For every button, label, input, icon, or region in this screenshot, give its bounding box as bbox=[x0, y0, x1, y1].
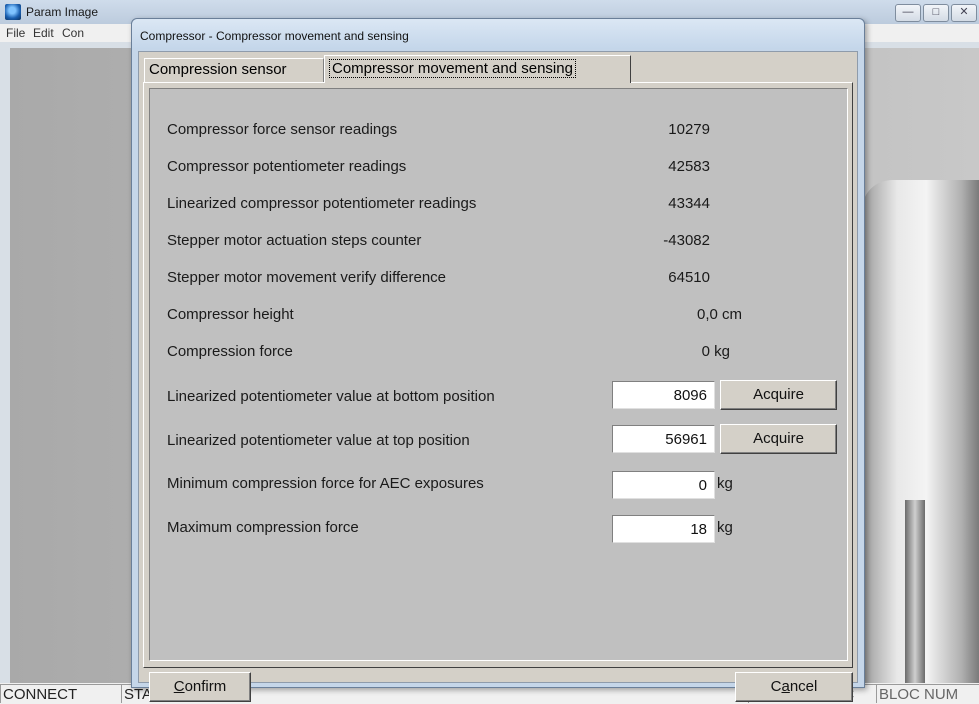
stepper-steps-counter-label: Stepper motor actuation steps counter bbox=[167, 232, 422, 249]
min-aec-force-input[interactable] bbox=[612, 471, 715, 499]
tab-panel: Compressor force sensor readings 10279 C… bbox=[143, 82, 853, 668]
bottom-position-input[interactable] bbox=[612, 381, 715, 409]
cancel-label-rest: ncel bbox=[789, 678, 818, 695]
tab-label: Compressor movement and sensing bbox=[329, 59, 576, 78]
minimize-icon[interactable]: — bbox=[895, 4, 921, 22]
background-equipment-stand bbox=[905, 500, 925, 700]
compressor-height-value: 0,0 cm bbox=[696, 306, 742, 323]
confirm-button[interactable]: Confirm bbox=[149, 672, 251, 702]
app-globe-icon bbox=[5, 4, 21, 20]
cancel-label-start: C bbox=[770, 678, 782, 695]
linearized-potentiometer-readings-label: Linearized compressor potentiometer read… bbox=[167, 195, 477, 212]
menu-file[interactable]: File bbox=[6, 26, 25, 40]
force-sensor-readings-label: Compressor force sensor readings bbox=[167, 121, 398, 138]
stepper-steps-counter-value: -43082 bbox=[663, 232, 710, 249]
maximize-icon[interactable]: □ bbox=[923, 4, 949, 22]
top-position-input[interactable] bbox=[612, 425, 715, 453]
acquire-bottom-button[interactable]: Acquire bbox=[720, 380, 837, 410]
min-aec-force-label: Minimum compression force for AEC exposu… bbox=[167, 475, 484, 492]
potentiometer-readings-label: Compressor potentiometer readings bbox=[167, 158, 407, 175]
max-force-input[interactable] bbox=[612, 515, 715, 543]
top-position-label: Linearized potentiometer value at top po… bbox=[167, 432, 470, 449]
menu-edit[interactable]: Edit bbox=[33, 26, 54, 40]
settings-panel: Compressor force sensor readings 10279 C… bbox=[149, 88, 848, 661]
force-sensor-readings-value: 10279 bbox=[668, 121, 710, 138]
cancel-mnemonic: a bbox=[781, 678, 790, 695]
compressor-height-label: Compressor height bbox=[167, 306, 294, 323]
close-icon[interactable]: ✕ bbox=[951, 4, 977, 22]
confirm-mnemonic: C bbox=[173, 678, 185, 695]
app-title: Param Image bbox=[26, 5, 99, 19]
bottom-position-label: Linearized potentiometer value at bottom… bbox=[167, 388, 495, 405]
linearized-potentiometer-readings-value: 43344 bbox=[668, 195, 710, 212]
acquire-top-button[interactable]: Acquire bbox=[720, 424, 837, 454]
status-num-lock: BLOC NUM bbox=[876, 684, 979, 703]
tab-compressor-movement-and-sensing[interactable]: Compressor movement and sensing bbox=[324, 55, 631, 83]
potentiometer-readings-value: 42583 bbox=[668, 158, 710, 175]
compression-force-label: Compression force bbox=[167, 343, 293, 360]
dialog-body: Compression sensor Compressor movement a… bbox=[138, 51, 858, 702]
dialog-titlebar[interactable]: Compressor - Compressor movement and sen… bbox=[132, 19, 864, 49]
dialog-title: Compressor - Compressor movement and sen… bbox=[140, 29, 409, 43]
max-force-unit: kg bbox=[717, 519, 733, 536]
min-aec-force-unit: kg bbox=[717, 475, 733, 492]
compression-force-value: 0 kg bbox=[701, 343, 730, 360]
confirm-label-rest: onfirm bbox=[184, 678, 227, 695]
menu-config[interactable]: Con bbox=[62, 26, 84, 40]
compressor-dialog: Compressor - Compressor movement and sen… bbox=[131, 18, 865, 702]
max-force-label: Maximum compression force bbox=[167, 519, 359, 536]
stepper-verify-difference-label: Stepper motor movement verify difference bbox=[167, 269, 447, 286]
stepper-verify-difference-value: 64510 bbox=[668, 269, 710, 286]
status-connect: CONNECT bbox=[0, 684, 121, 703]
tab-compression-sensor[interactable]: Compression sensor bbox=[144, 58, 324, 82]
cancel-button[interactable]: Cancel bbox=[735, 672, 853, 702]
